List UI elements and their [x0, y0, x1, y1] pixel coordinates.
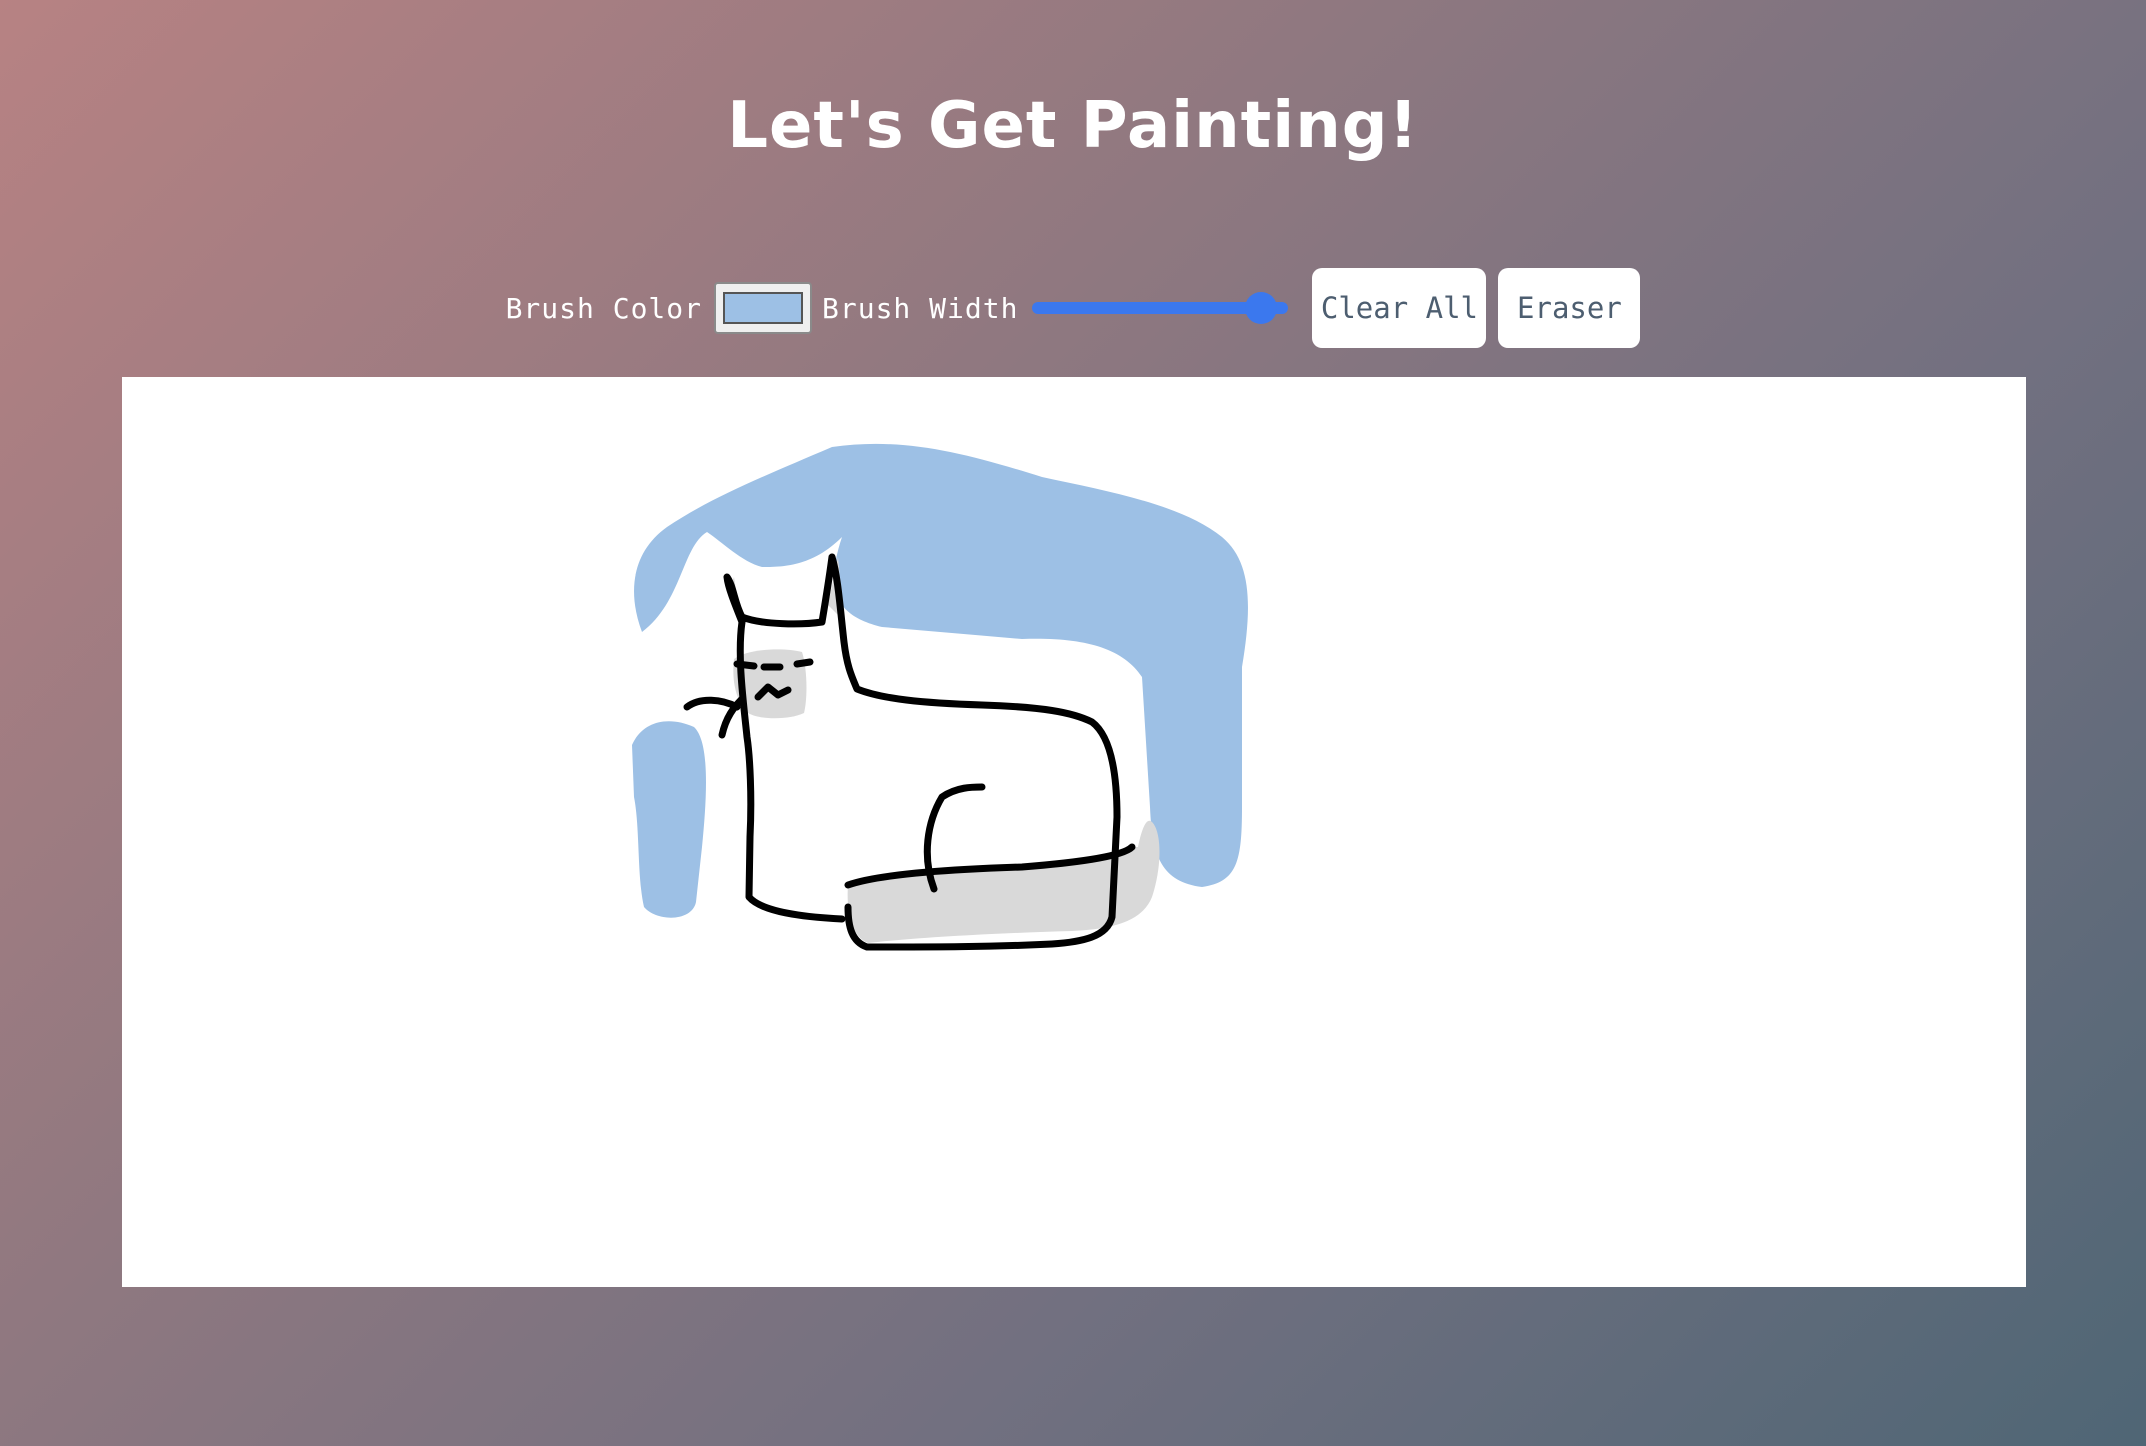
brush-width-label: Brush Width [822, 291, 1019, 325]
toolbar: Brush Color Brush Width Clear All Eraser [0, 268, 2146, 348]
brush-color-swatch[interactable] [723, 292, 803, 324]
slider-thumb[interactable] [1245, 292, 1278, 324]
brush-color-label: Brush Color [505, 291, 702, 325]
chair-arm-stroke [632, 721, 706, 918]
clear-all-button[interactable]: Clear All [1312, 268, 1487, 348]
page-title: Let's Get Painting! [727, 89, 1419, 163]
brush-width-slider[interactable] [1032, 288, 1289, 328]
eraser-button[interactable]: Eraser [1498, 268, 1641, 348]
chair-back-stroke [634, 443, 1248, 887]
canvas-drawing [632, 443, 1248, 951]
drawing-canvas[interactable] [122, 377, 2026, 1287]
brush-color-picker[interactable] [714, 282, 812, 334]
